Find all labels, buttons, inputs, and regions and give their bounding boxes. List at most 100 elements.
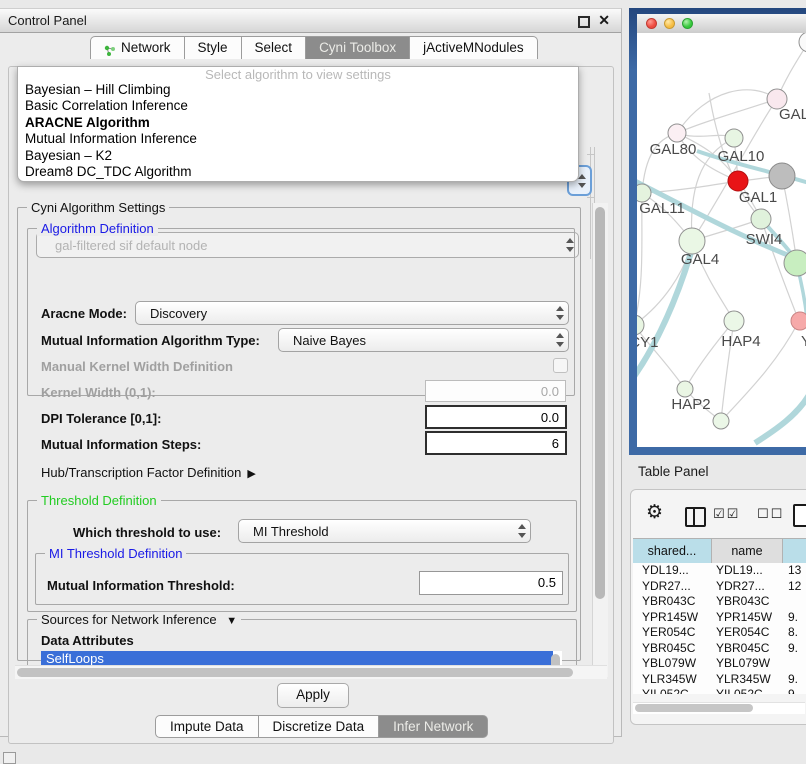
column-header-name[interactable]: name — [712, 539, 783, 563]
tab-style[interactable]: Style — [185, 36, 242, 59]
table-row[interactable]: YBL079WYBL079W — [633, 656, 806, 672]
tab-discretize-data[interactable]: Discretize Data — [259, 715, 380, 738]
minimize-traffic-light-icon[interactable] — [664, 18, 675, 29]
table-horizontal-scrollbar[interactable] — [633, 702, 805, 714]
tab-impute-data[interactable]: Impute Data — [155, 715, 259, 738]
gear-icon[interactable]: ⚙ — [646, 501, 663, 523]
table-row[interactable]: YLR345WYLR345W9. — [633, 672, 806, 688]
table-cell: YPR145W — [712, 610, 783, 626]
network-thick-edges — [637, 151, 806, 443]
table-cell: YDR27... — [712, 579, 783, 595]
algorithm-option[interactable]: Mutual Information Inference — [18, 131, 578, 147]
unchecked-boxes-icon[interactable]: ☐☐ — [757, 507, 784, 522]
algorithm-option[interactable]: Bayesian – Hill Climbing — [18, 82, 578, 98]
table-row[interactable]: YBR045CYBR045C9. — [633, 641, 806, 657]
table-cell: YBR045C — [633, 641, 712, 657]
dropdown-placeholder: Select algorithm to view settings — [18, 67, 578, 82]
mi-steps-label: Mutual Information Steps: — [41, 437, 201, 452]
algorithm-option[interactable]: Bayesian – K2 — [18, 148, 578, 164]
network-node[interactable] — [668, 124, 686, 142]
network-node[interactable] — [784, 250, 806, 276]
network-canvas[interactable]: GALGAL80GAL10GAL1GAL11SWI4GAL4GCY1HAP4YH… — [637, 33, 806, 447]
table-row[interactable]: YIL052CYIL052C9. — [633, 687, 806, 694]
sources-toggle[interactable]: Sources for Network Inference ▼ — [37, 612, 241, 627]
sources-title: Sources for Network Inference — [41, 612, 217, 627]
control-panel-titlebar: Control Panel ✕ — [0, 9, 621, 33]
network-node[interactable] — [713, 413, 729, 429]
dpi-tolerance-field[interactable]: 0.0 — [425, 405, 567, 429]
algorithm-option[interactable]: Dream8 DC_TDC Algorithm — [18, 164, 578, 180]
network-node[interactable] — [769, 163, 795, 189]
mi-threshold-field[interactable]: 0.5 — [419, 571, 563, 595]
network-node[interactable] — [724, 311, 744, 331]
mi-threshold-label: Mutual Information Threshold: — [47, 578, 235, 593]
which-threshold-combo[interactable]: MI Threshold — [238, 519, 531, 543]
node-label: GAL10 — [718, 148, 765, 165]
control-panel-window: Control Panel ✕ Network Style Select Cyn… — [0, 8, 622, 737]
close-traffic-light-icon[interactable] — [646, 18, 657, 29]
network-canvas-svg: GALGAL80GAL10GAL1GAL11SWI4GAL4GCY1HAP4YH… — [637, 33, 806, 447]
document-icon[interactable] — [793, 504, 806, 527]
settings-vertical-scrollbar[interactable] — [592, 203, 608, 677]
aracne-mode-combo[interactable]: Discovery — [135, 301, 569, 325]
tab-infer-network[interactable]: Infer Network — [379, 715, 488, 738]
network-node[interactable] — [728, 171, 748, 191]
table-row[interactable]: YER054CYER054C8. — [633, 625, 806, 641]
kernel-width-field[interactable]: 0.0 — [425, 380, 566, 402]
data-attributes-list[interactable]: SelfLoopsTopologicalCoefficientBetweenne… — [41, 651, 562, 665]
control-panel-tabbar: Network Style Select Cyni Toolbox jActiv… — [90, 34, 538, 59]
node-label: GAL1 — [739, 189, 777, 206]
table-cell: YDR27... — [633, 579, 712, 595]
field-value: 6 — [552, 436, 559, 451]
tab-select[interactable]: Select — [242, 36, 307, 59]
node-label: GCY1 — [637, 334, 658, 351]
mi-steps-field[interactable]: 6 — [425, 431, 567, 455]
network-node[interactable] — [725, 129, 743, 147]
network-node[interactable] — [751, 209, 771, 229]
attribute-item[interactable]: SelfLoops — [41, 651, 553, 665]
scrollbar-thumb[interactable] — [595, 207, 605, 599]
hidden-groupbox-border — [587, 197, 595, 198]
table-row[interactable]: YBR043CYBR043C — [633, 594, 806, 610]
apply-button[interactable]: Apply — [277, 683, 349, 708]
tab-network[interactable]: Network — [90, 36, 185, 59]
network-node[interactable] — [791, 312, 806, 330]
checked-boxes-icon[interactable]: ☑☑ — [713, 507, 740, 522]
group-title: Algorithm Definition — [37, 221, 158, 236]
tab-label: jActiveMNodules — [423, 37, 524, 59]
hub-definition-toggle[interactable]: Hub/Transcription Factor Definition▶ — [41, 465, 256, 480]
float-window-icon[interactable] — [578, 16, 590, 28]
close-icon[interactable]: ✕ — [598, 12, 610, 29]
column-header-partial[interactable] — [783, 539, 806, 563]
table-cell: 9. — [783, 610, 806, 626]
table-cell: YER054C — [712, 625, 783, 641]
algorithm-option[interactable]: Basic Correlation Inference — [18, 98, 578, 114]
manual-kernel-checkbox[interactable] — [553, 358, 568, 373]
settings-horizontal-scrollbar[interactable] — [15, 665, 607, 679]
network-node[interactable] — [799, 33, 806, 52]
table-row[interactable]: YDR27...YDR27...12 — [633, 579, 806, 595]
mi-type-label: Mutual Information Algorithm Type: — [41, 333, 260, 348]
bottom-left-widget-icon[interactable] — [3, 752, 16, 764]
combo-value: MI Threshold — [253, 524, 329, 539]
network-tab-icon — [104, 42, 116, 54]
scrollbar-thumb[interactable] — [17, 668, 573, 677]
tab-label: Cyni Toolbox — [319, 37, 396, 59]
split-columns-icon[interactable] — [685, 507, 706, 527]
table-cell: YIL052C — [633, 687, 712, 694]
column-header-shared-name[interactable]: shared... — [633, 539, 712, 563]
table-cell — [783, 594, 806, 610]
network-view-window[interactable]: GALGAL80GAL10GAL1GAL11SWI4GAL4GCY1HAP4YH… — [629, 8, 806, 455]
table-cell: 9. — [783, 641, 806, 657]
zoom-traffic-light-icon[interactable] — [682, 18, 693, 29]
tab-cyni-toolbox[interactable]: Cyni Toolbox — [306, 36, 410, 59]
tab-jactivemnodules[interactable]: jActiveMNodules — [410, 36, 538, 59]
scrollbar-thumb[interactable] — [635, 704, 753, 712]
table-cell: YDL19... — [712, 563, 783, 579]
network-node[interactable] — [677, 381, 693, 397]
mi-type-combo[interactable]: Naive Bayes — [278, 328, 569, 352]
algorithm-option[interactable]: ARACNE Algorithm — [18, 115, 578, 131]
table-row[interactable]: YDL19...YDL19...13 — [633, 563, 806, 579]
list-scrollbar[interactable] — [551, 654, 560, 665]
table-row[interactable]: YPR145WYPR145W9. — [633, 610, 806, 626]
